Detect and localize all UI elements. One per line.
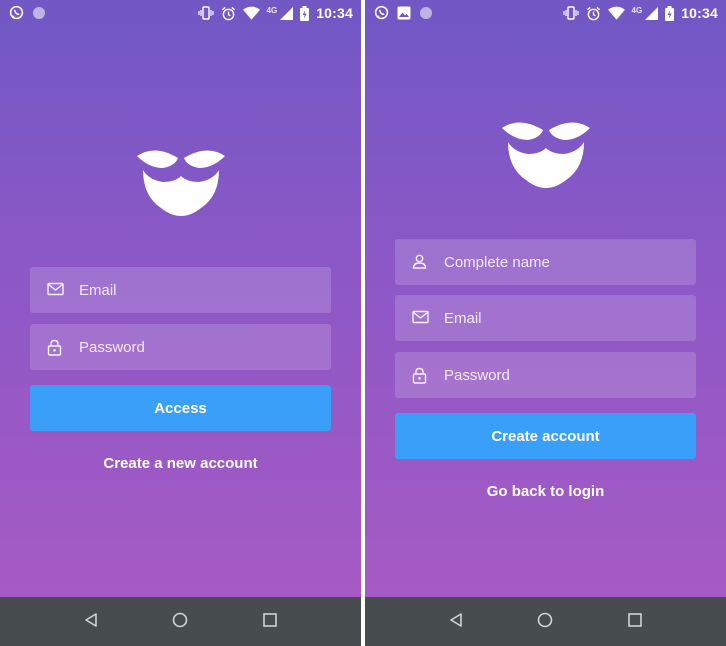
- cell-signal-icon: [645, 6, 659, 20]
- back-to-login-link[interactable]: Go back to login: [365, 483, 726, 500]
- lock-icon: [412, 367, 427, 384]
- status-bar: 4G 10:34: [365, 0, 726, 28]
- recents-icon[interactable]: [262, 612, 278, 628]
- cell-signal-icon: [280, 6, 294, 20]
- home-icon[interactable]: [172, 612, 188, 628]
- create-account-button[interactable]: Create account: [395, 413, 696, 459]
- navigation-bar: [365, 597, 726, 646]
- mail-icon: [47, 282, 64, 296]
- navigation-bar: [0, 597, 361, 646]
- network-type-label: 4G: [631, 5, 643, 15]
- vibrate-icon: [562, 6, 579, 20]
- mustache-beard-icon: [136, 150, 225, 216]
- password-field[interactable]: [395, 352, 696, 398]
- email-input[interactable]: [444, 295, 684, 341]
- vibrate-icon: [197, 6, 214, 20]
- battery-charging-icon: [300, 5, 310, 21]
- password-field[interactable]: [30, 324, 331, 370]
- access-button[interactable]: Access: [30, 385, 331, 431]
- password-input[interactable]: [444, 352, 684, 398]
- mustache-beard-icon: [501, 122, 590, 188]
- alarm-icon: [586, 6, 600, 20]
- person-icon: [412, 254, 427, 269]
- name-field[interactable]: [395, 239, 696, 285]
- image-icon: [397, 6, 411, 19]
- signup-phone: 4G 10:34 Complete name Email Create acco…: [365, 0, 726, 646]
- password-input[interactable]: [79, 324, 319, 370]
- wifi-icon: [607, 6, 625, 20]
- notification-dot-icon: [33, 6, 45, 19]
- back-icon[interactable]: [83, 612, 99, 628]
- email-field[interactable]: [30, 267, 331, 313]
- mail-icon: [412, 310, 429, 324]
- whatsapp-icon: [374, 5, 389, 20]
- recents-icon[interactable]: [627, 612, 643, 628]
- alarm-icon: [221, 6, 235, 20]
- email-field[interactable]: [395, 295, 696, 341]
- email-input[interactable]: [79, 267, 319, 313]
- status-time: 10:34: [681, 5, 718, 21]
- network-type-label: 4G: [266, 5, 278, 15]
- back-icon[interactable]: [448, 612, 464, 628]
- lock-icon: [47, 339, 62, 356]
- status-time: 10:34: [316, 5, 353, 21]
- login-screen: 4G 10:34 Email Access Create a new accou…: [0, 0, 361, 597]
- wifi-icon: [242, 6, 260, 20]
- create-account-link[interactable]: Create a new account: [0, 455, 361, 472]
- name-input[interactable]: [444, 239, 684, 285]
- whatsapp-icon: [9, 5, 24, 20]
- battery-charging-icon: [665, 5, 675, 21]
- signup-screen: 4G 10:34 Complete name Email Create acco…: [365, 0, 726, 597]
- login-phone: 4G 10:34 Email Access Create a new accou…: [0, 0, 361, 646]
- status-bar: 4G 10:34: [0, 0, 361, 28]
- notification-dot-icon: [420, 6, 432, 19]
- home-icon[interactable]: [537, 612, 553, 628]
